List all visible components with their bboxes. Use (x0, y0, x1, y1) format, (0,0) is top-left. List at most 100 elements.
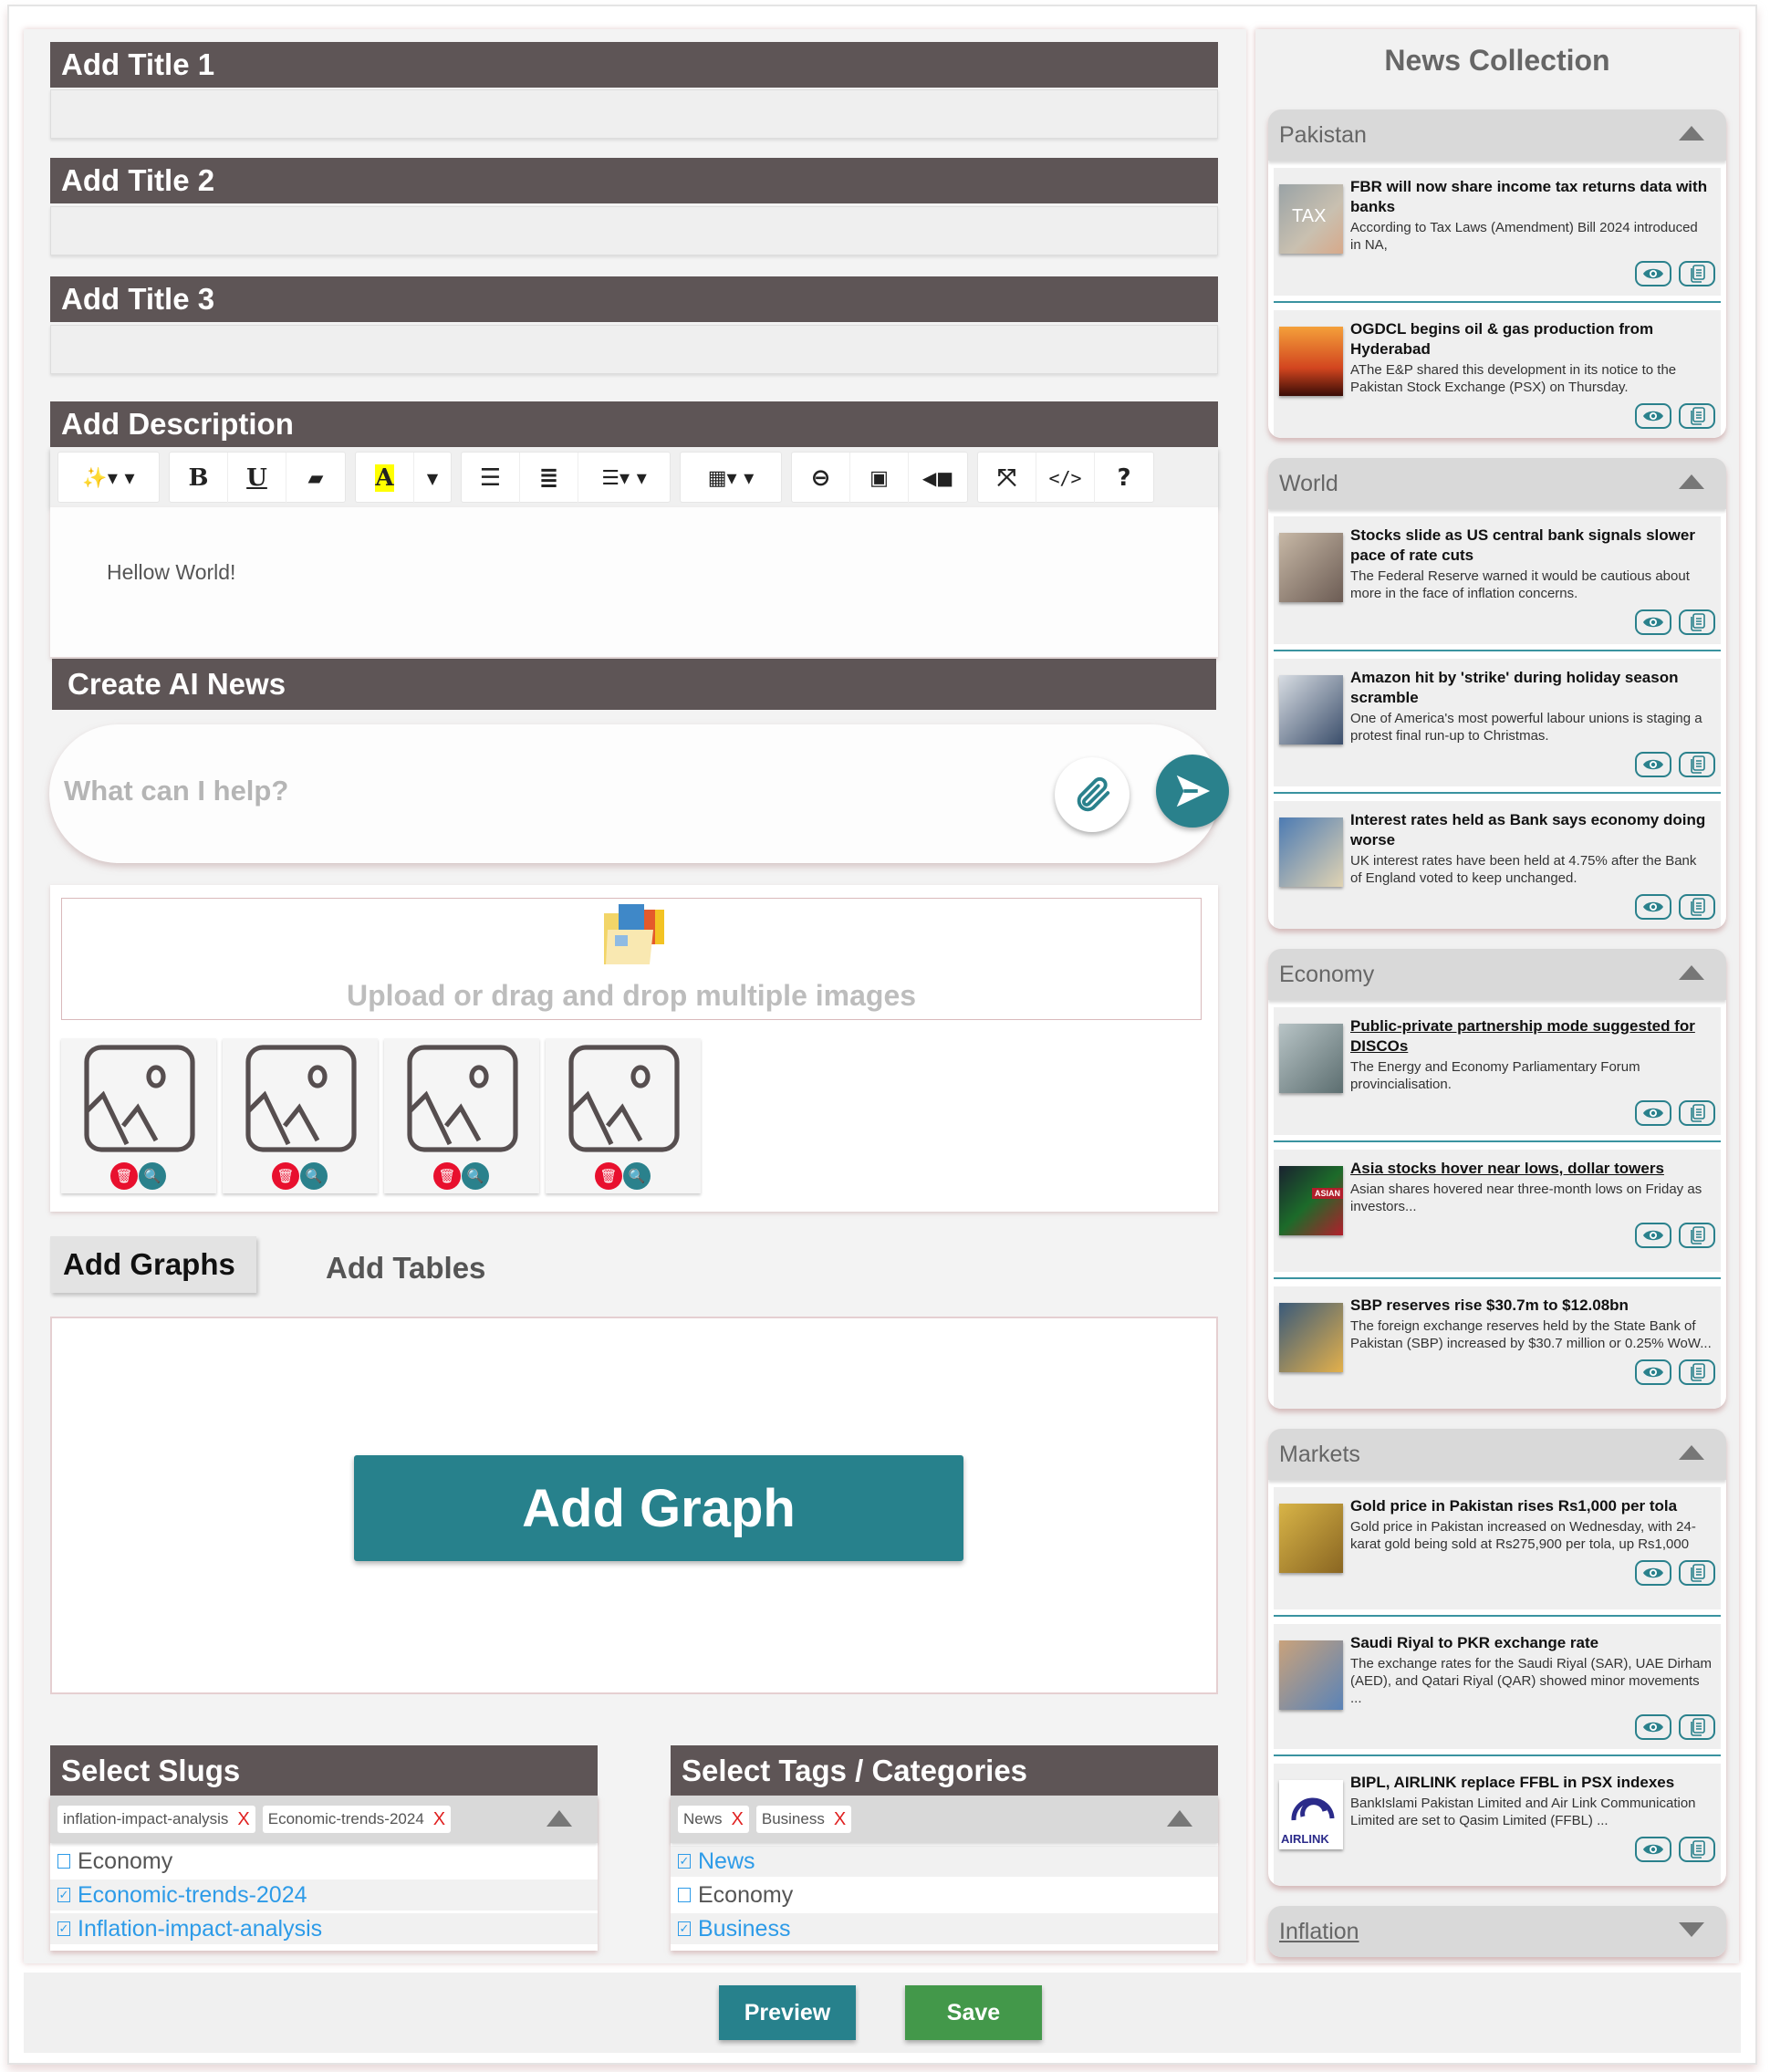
help-icon[interactable]: ? (1095, 453, 1153, 504)
copy-button[interactable] (1679, 403, 1715, 429)
table-icon[interactable]: ▦▾ ▾ (681, 453, 781, 504)
image-thumbnail[interactable]: 🗑 🔍 (61, 1038, 216, 1193)
tags-selected[interactable]: News X Business X (671, 1796, 1218, 1843)
fullscreen-icon[interactable]: ⤧ (978, 453, 1036, 504)
ai-prompt-input[interactable]: What can I help? (64, 775, 288, 807)
eye-icon (1643, 901, 1663, 912)
delete-image-button[interactable]: 🗑 (433, 1162, 461, 1190)
caret-up-icon[interactable] (1679, 474, 1704, 489)
tab-add-graphs[interactable]: Add Graphs (50, 1236, 256, 1293)
description-editor[interactable]: Hellow World! (50, 507, 1218, 657)
checkbox[interactable]: ✓ (678, 1854, 691, 1869)
caret-down-icon[interactable] (1679, 1922, 1704, 1937)
chevron-down-icon[interactable]: ▼ (414, 453, 451, 504)
remove-chip-icon[interactable]: X (834, 1809, 846, 1830)
view-button[interactable] (1635, 261, 1671, 286)
bold-icon[interactable]: B (170, 453, 228, 504)
caret-up-icon[interactable] (1679, 1445, 1704, 1460)
caret-up-icon[interactable] (1679, 965, 1704, 980)
bullet-list-icon[interactable]: ☰ (462, 453, 520, 504)
copy-button[interactable] (1679, 1100, 1715, 1126)
view-button[interactable] (1635, 894, 1671, 920)
numbered-list-icon[interactable]: ≣ (520, 453, 578, 504)
caret-up-icon[interactable] (547, 1810, 572, 1827)
option-item[interactable]: ✓ News (671, 1846, 1218, 1877)
checkbox[interactable] (57, 1854, 70, 1869)
remove-chip-icon[interactable]: X (732, 1809, 744, 1830)
image-thumbnail[interactable]: 🗑 🔍 (223, 1038, 378, 1193)
title2-input[interactable] (50, 206, 1218, 255)
checkbox[interactable]: ✓ (57, 1921, 70, 1936)
checkbox[interactable] (678, 1888, 691, 1902)
view-button[interactable] (1635, 1837, 1671, 1862)
image-icon[interactable]: ▣ (850, 453, 909, 504)
caret-up-icon[interactable] (1679, 126, 1704, 141)
copy-button[interactable] (1679, 1714, 1715, 1740)
link-icon[interactable]: ⊖ (792, 453, 850, 504)
copy-button[interactable] (1679, 1359, 1715, 1385)
copy-button[interactable] (1679, 1560, 1715, 1586)
send-button[interactable] (1156, 755, 1229, 828)
view-button[interactable] (1635, 1223, 1671, 1248)
image-thumbnail[interactable]: 🗑 🔍 (546, 1038, 701, 1193)
copy-button[interactable] (1679, 1837, 1715, 1862)
title1-input[interactable] (50, 89, 1218, 139)
image-thumbnail[interactable]: 🗑 🔍 (384, 1038, 539, 1193)
view-button[interactable] (1635, 1100, 1671, 1126)
section-header-inflation[interactable]: Inflation (1268, 1906, 1726, 1957)
slugs-selected[interactable]: inflation-impact-analysis X Economic-trend… (50, 1796, 598, 1843)
view-button[interactable] (1635, 1359, 1671, 1385)
zoom-image-button[interactable]: 🔍 (139, 1162, 166, 1190)
copy-button[interactable] (1679, 752, 1715, 777)
option-item[interactable]: ✓ Inflation-impact-analysis (50, 1913, 598, 1944)
code-view-icon[interactable]: </> (1036, 453, 1095, 504)
section-header-markets[interactable]: Markets (1268, 1429, 1726, 1480)
image-dropzone[interactable]: Upload or drag and drop multiple images (61, 898, 1202, 1020)
zoom-image-button[interactable]: 🔍 (462, 1162, 489, 1190)
align-icon[interactable]: ☰▾ ▾ (578, 453, 670, 504)
save-button[interactable]: Save (905, 1985, 1042, 2040)
view-button[interactable] (1635, 403, 1671, 429)
copy-button[interactable] (1679, 1223, 1715, 1248)
copy-button[interactable] (1679, 261, 1715, 286)
attach-button[interactable] (1055, 757, 1130, 832)
checkbox[interactable]: ✓ (678, 1921, 691, 1936)
copy-document-icon (1691, 613, 1705, 631)
news-thumbnail: AIRLINK (1279, 1780, 1343, 1849)
option-item[interactable]: Economy (671, 1879, 1218, 1911)
delete-image-button[interactable]: 🗑 (272, 1162, 299, 1190)
delete-image-button[interactable]: 🗑 (110, 1162, 138, 1190)
tab-add-tables[interactable]: Add Tables (313, 1240, 498, 1296)
option-item[interactable]: ✓ Business (671, 1913, 1218, 1944)
add-graph-button[interactable]: Add Graph (354, 1455, 963, 1561)
delete-image-button[interactable]: 🗑 (595, 1162, 622, 1190)
option-item[interactable]: Economy (50, 1846, 598, 1877)
view-button[interactable] (1635, 752, 1671, 777)
preview-button[interactable]: Preview (719, 1985, 856, 2040)
eraser-icon[interactable]: ▰ (286, 453, 345, 504)
caret-up-icon[interactable] (1167, 1810, 1192, 1827)
option-item[interactable]: ✓ Economic-trends-2024 (50, 1879, 598, 1911)
section-header-economy[interactable]: Economy (1268, 949, 1726, 1000)
view-button[interactable] (1635, 1560, 1671, 1586)
copy-button[interactable] (1679, 894, 1715, 920)
remove-chip-icon[interactable]: X (237, 1809, 249, 1830)
video-icon[interactable]: ◀■ (909, 453, 967, 504)
section-header-world[interactable]: World (1268, 458, 1726, 509)
view-button[interactable] (1635, 609, 1671, 635)
title3-input[interactable] (50, 325, 1218, 374)
copy-button[interactable] (1679, 609, 1715, 635)
section-header-pakistan[interactable]: Pakistan (1268, 109, 1726, 161)
underline-icon[interactable]: U (228, 453, 286, 504)
checkbox[interactable]: ✓ (57, 1888, 70, 1902)
remove-chip-icon[interactable]: X (433, 1809, 445, 1830)
zoom-image-button[interactable]: 🔍 (300, 1162, 328, 1190)
zoom-image-button[interactable]: 🔍 (623, 1162, 651, 1190)
editor-content[interactable]: Hellow World! (107, 560, 235, 585)
news-headline[interactable]: Asia stocks hover near lows, dollar towe… (1350, 1159, 1712, 1179)
view-button[interactable] (1635, 1714, 1671, 1740)
highlight-color-icon[interactable]: A (356, 453, 414, 504)
magic-style-icon[interactable]: ✨▾ ▾ (58, 453, 159, 504)
news-headline[interactable]: Public-private partnership mode suggeste… (1350, 1016, 1712, 1057)
news-section: Pakistan TAX FBR will now share income tax… (1268, 109, 1726, 438)
